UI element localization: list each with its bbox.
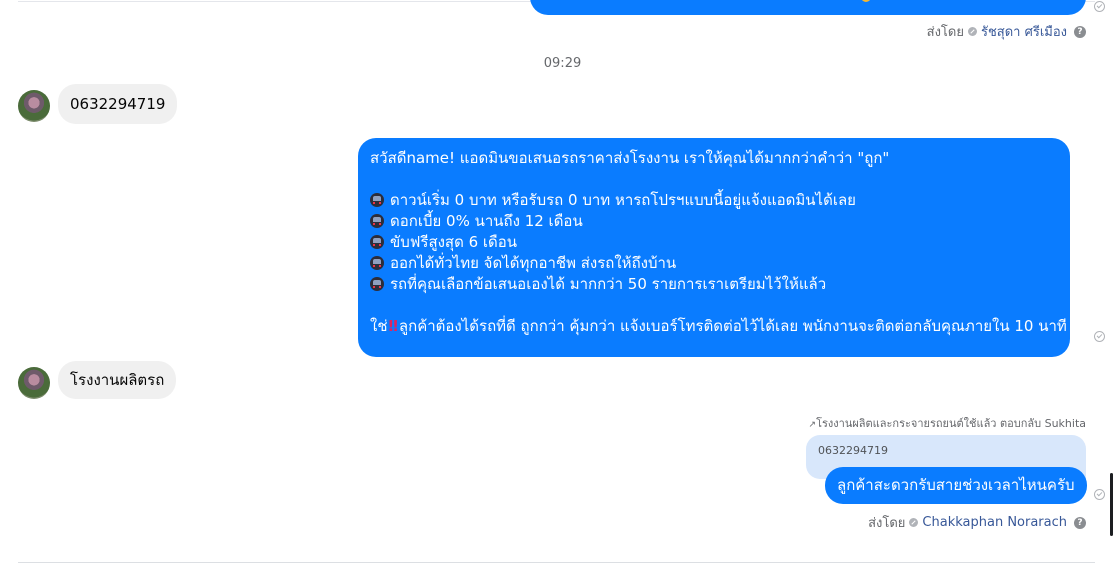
car-icon xyxy=(370,277,384,291)
sent-by-reply: ส่งโดย Chakkaphan Norarach ? xyxy=(868,512,1086,533)
car-icon xyxy=(370,235,384,249)
car-icon xyxy=(370,214,384,228)
bullet-line: ดอกเบี้ย 0% นานถึง 12 เดือน xyxy=(370,211,1056,232)
previous-outgoing-message[interactable] xyxy=(530,0,1086,15)
avatar[interactable] xyxy=(18,90,50,122)
help-icon[interactable]: ? xyxy=(1074,516,1086,529)
car-icon xyxy=(370,193,384,207)
double-exclamation-icon: ‼ xyxy=(388,317,398,335)
bullet-line: ออกได้ทั่วไทย จัดได้ทุกอาชีพ ส่งรถให้ถึง… xyxy=(370,253,1056,274)
car-icon xyxy=(370,256,384,270)
incoming-message[interactable]: 0632294719 xyxy=(58,84,178,124)
bullet-line: รถที่คุณเลือกข้อเสนอเองได้ มากกว่า 50 รา… xyxy=(370,274,1056,295)
sent-by-previous: ส่งโดย รัชสุดา ศรีเมือง ? xyxy=(927,21,1086,42)
seen-status-icon xyxy=(1094,1,1105,12)
bullet-line: ดาวน์เริ่ม 0 บาท หรือรับรถ 0 บาท หารถโปร… xyxy=(370,190,1056,211)
emoji-icon xyxy=(861,0,871,2)
reply-arrow-icon: ↗ xyxy=(808,420,817,430)
outgoing-reply-message[interactable]: ลูกค้าสะดวกรับสายช่วงเวลาไหนครับ xyxy=(825,467,1087,504)
sent-by-label: ส่งโดย xyxy=(926,25,964,40)
sent-by-label: ส่งโดย xyxy=(868,516,906,531)
outgoing-promo-message[interactable]: สวัสดีname! แอดมินขอเสนอรถราคาส่งโรงงาน … xyxy=(358,138,1070,357)
closing-line: ใช่‼ลูกค้าต้องได้รถที่ดี ถูกกว่า คุ้มกว่… xyxy=(370,317,1067,335)
quoted-text: 0632294719 xyxy=(818,444,888,457)
verified-icon xyxy=(909,518,919,527)
sender-name[interactable]: Chakkaphan Norarach xyxy=(922,515,1067,530)
message-line: สวัสดีname! แอดมินขอเสนอรถราคาส่งโรงงาน … xyxy=(370,149,890,167)
verified-icon xyxy=(967,27,977,36)
message-timestamp: 09:29 xyxy=(543,56,582,71)
seen-status-icon xyxy=(1094,331,1105,342)
sender-name[interactable]: รัชสุดา ศรีเมือง xyxy=(981,21,1067,42)
reply-label: ↗โรงงานผลิตและกระจายรถยนต์ใช้แล้ว ตอบกลั… xyxy=(808,417,1086,430)
avatar[interactable] xyxy=(18,367,50,399)
help-icon[interactable]: ? xyxy=(1074,25,1086,38)
seen-status-icon xyxy=(1094,489,1105,500)
bullet-line: ขับฟรีสูงสุด 6 เดือน xyxy=(370,232,1056,253)
incoming-message[interactable]: โรงงานผลิตรถ xyxy=(58,361,177,399)
